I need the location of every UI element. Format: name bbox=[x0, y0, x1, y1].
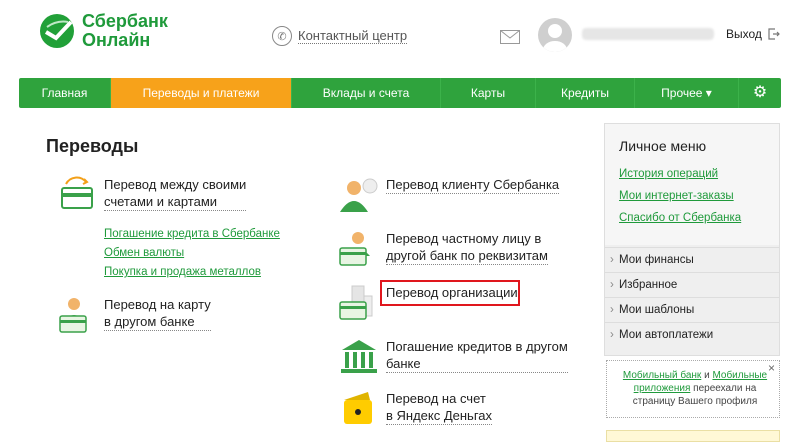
loan-other-bank-line1: Погашение кредитов в другом bbox=[386, 339, 568, 354]
close-icon[interactable]: × bbox=[768, 362, 775, 375]
card-other-bank-line2: в другом банке bbox=[104, 314, 195, 329]
yandex-line1: Перевод на счет bbox=[386, 391, 486, 406]
nav-item-transfers-payments[interactable]: Переводы и платежи bbox=[111, 78, 292, 108]
settings-gear-icon[interactable]: ⚙ bbox=[739, 78, 781, 108]
link-metals-trading[interactable]: Покупка и продажа металлов bbox=[104, 266, 261, 278]
link-spasibo[interactable]: Спасибо от Сбербанка bbox=[619, 212, 741, 224]
person-card-icon bbox=[59, 298, 87, 333]
bank-building-icon bbox=[341, 340, 377, 373]
mobile-notice: × Мобильный банк и Мобильные приложения … bbox=[606, 360, 780, 418]
private-person-line1: Перевод частному лицу в bbox=[386, 231, 542, 246]
transfer-sber-client[interactable]: Перевод клиенту Сбербанка bbox=[338, 176, 560, 214]
notice-and: и bbox=[701, 370, 713, 381]
logout-label: Выход bbox=[726, 27, 762, 41]
yandex-wallet-icon bbox=[344, 392, 372, 424]
person-card-icon bbox=[339, 232, 370, 266]
transfer-card-other-bank[interactable]: Перевод на карту в другом банке bbox=[56, 296, 211, 334]
yellow-banner bbox=[606, 430, 780, 442]
link-operations-history[interactable]: История операций bbox=[619, 168, 718, 180]
sberbank-logo-icon bbox=[40, 14, 74, 48]
user-silhouette-icon bbox=[543, 24, 567, 52]
link-currency-exchange[interactable]: Обмен валюты bbox=[104, 247, 184, 259]
nav-item-cards[interactable]: Карты bbox=[441, 78, 536, 108]
logout-button[interactable]: Выход bbox=[726, 27, 780, 41]
personal-menu-title: Личное меню bbox=[619, 138, 707, 154]
nav-item-other[interactable]: Прочее ▾ bbox=[635, 78, 739, 108]
person-icon bbox=[340, 178, 378, 212]
transfer-own-accounts[interactable]: Перевод между своими счетами и картами bbox=[56, 176, 247, 214]
own-accounts-line2: счетами и картами bbox=[104, 194, 218, 209]
logo-line1: Сбербанк bbox=[82, 11, 168, 31]
menu-row-my-finances[interactable]: Мои финансы bbox=[605, 247, 779, 273]
nav-item-home[interactable]: Главная bbox=[19, 78, 111, 108]
private-person-line2: другой банк по реквизитам bbox=[386, 248, 548, 263]
logo-line2: Онлайн bbox=[82, 30, 151, 50]
transfer-private-person[interactable]: Перевод частному лицу в другой банк по р… bbox=[338, 230, 548, 268]
cards-exchange-icon bbox=[61, 176, 93, 209]
transfer-loan-other-bank[interactable]: Погашение кредитов в другом банке bbox=[338, 338, 568, 376]
menu-row-favorites[interactable]: Избранное bbox=[605, 272, 779, 298]
link-loan-repayment-sber[interactable]: Погашение кредита в Сбербанке bbox=[104, 228, 280, 240]
loan-other-bank-line2: банке bbox=[386, 356, 421, 371]
personal-menu: Личное меню История операций Мои интерне… bbox=[604, 123, 780, 356]
contact-center-label: Контактный центр bbox=[298, 28, 408, 44]
sberbank-logo[interactable]: Сбербанк Онлайн bbox=[38, 12, 168, 50]
phone-icon: ✆ bbox=[272, 26, 292, 46]
building-card-icon bbox=[339, 285, 373, 320]
avatar[interactable] bbox=[538, 18, 572, 52]
page-title: Переводы bbox=[46, 136, 139, 156]
link-internet-orders[interactable]: Мои интернет-заказы bbox=[619, 190, 734, 202]
nav-item-credits[interactable]: Кредиты bbox=[536, 78, 635, 108]
menu-row-my-templates[interactable]: Мои шаблоны bbox=[605, 297, 779, 323]
mail-icon[interactable] bbox=[500, 30, 520, 44]
card-other-bank-line1: Перевод на карту bbox=[104, 297, 211, 312]
sber-client-label: Перевод клиенту Сбербанка bbox=[386, 177, 560, 192]
menu-row-my-autopayments[interactable]: Мои автоплатежи bbox=[605, 322, 779, 348]
main-nav: Главная Переводы и платежи Вклады и счет… bbox=[19, 78, 781, 108]
yandex-line2: в Яндекс Деньгах bbox=[386, 408, 493, 423]
header: Сбербанк Онлайн ✆ Контактный центр Выход bbox=[0, 0, 800, 75]
own-accounts-line1: Перевод между своими bbox=[104, 177, 247, 192]
nav-item-deposits-accounts[interactable]: Вклады и счета bbox=[292, 78, 441, 108]
link-mobile-bank[interactable]: Мобильный банк bbox=[623, 370, 701, 381]
transfer-yandex-money[interactable]: Перевод на счет в Яндекс Деньгах bbox=[338, 390, 493, 428]
highlight-box bbox=[380, 280, 520, 306]
username-blurred bbox=[582, 28, 714, 40]
contact-center-link[interactable]: ✆ Контактный центр bbox=[272, 26, 408, 46]
logout-icon bbox=[768, 28, 780, 40]
